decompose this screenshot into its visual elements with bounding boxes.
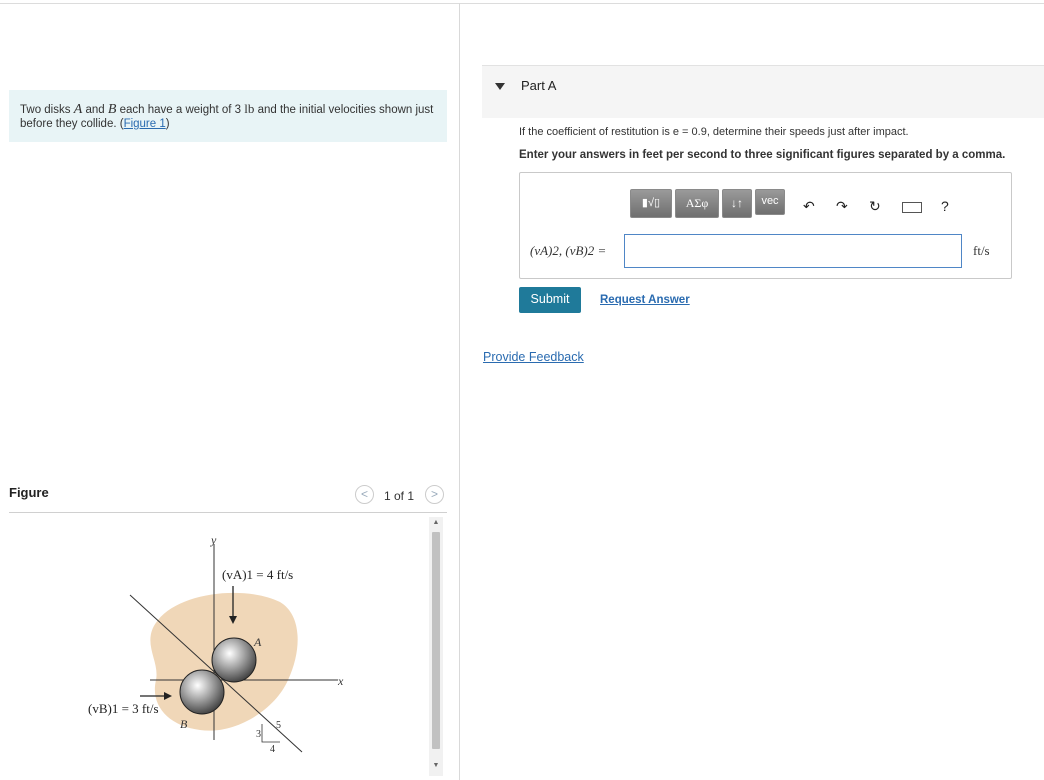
redo-icon[interactable]: ↷	[836, 198, 848, 215]
figure-pager: 1 of 1	[384, 489, 415, 503]
keyboard-icon[interactable]	[902, 202, 922, 213]
next-figure-button[interactable]: >	[425, 485, 444, 504]
part-a-header[interactable]	[482, 65, 1044, 118]
var-a: A	[73, 102, 83, 117]
panel-divider	[459, 3, 460, 780]
submit-button[interactable]: Submit	[519, 287, 581, 313]
templates-button[interactable]: ▮√▯	[630, 189, 672, 218]
figure-link[interactable]: Figure 1	[124, 118, 166, 130]
instruction-text: Enter your answers in feet per second to…	[519, 149, 1006, 161]
scrollbar-thumb[interactable]	[432, 532, 440, 749]
provide-feedback-link[interactable]: Provide Feedback	[483, 350, 584, 364]
vector-button[interactable]: vec	[755, 189, 785, 215]
question-text: If the coefficient of restitution is e =…	[519, 126, 909, 138]
request-answer-link[interactable]: Request Answer	[600, 294, 690, 306]
disk-a	[211, 637, 257, 683]
disk-a-label: A	[253, 635, 262, 649]
problem-text: )	[165, 118, 170, 130]
disk-b	[179, 669, 225, 715]
part-a-title[interactable]: Part A	[521, 78, 556, 93]
prev-figure-button[interactable]: <	[355, 485, 374, 504]
reset-icon[interactable]: ↻	[869, 198, 881, 215]
answer-unit: ft/s	[973, 243, 990, 258]
scroll-up-arrow-icon[interactable]: ▲	[431, 519, 441, 527]
scroll-down-arrow-icon[interactable]: ▼	[431, 762, 441, 770]
problem-statement: Two disks A and B each have a weight of …	[9, 90, 447, 142]
slope-4-label: 4	[270, 744, 275, 755]
x-axis-label: x	[337, 674, 344, 688]
figure-title: Figure	[9, 485, 49, 500]
va1-label: (vA)1 = 4 ft/s	[222, 567, 293, 582]
problem-text: each have a weight of 3	[116, 104, 245, 116]
undo-icon[interactable]: ↶	[803, 198, 815, 215]
greek-symbols-button[interactable]: ΑΣφ	[675, 189, 719, 218]
help-button[interactable]: ?	[941, 198, 949, 214]
arrows-button[interactable]: ↓↑	[722, 189, 752, 218]
y-axis-label: y	[210, 533, 217, 547]
unit-lb: lb	[244, 101, 255, 116]
disk-b-label: B	[180, 717, 188, 731]
collapse-caret-icon[interactable]	[495, 83, 505, 90]
slope-5-label: 5	[276, 720, 281, 731]
problem-text: Two disks	[20, 104, 74, 116]
answer-input[interactable]	[624, 234, 962, 268]
figure-divider	[9, 512, 447, 513]
vb1-label: (vB)1 = 3 ft/s	[88, 701, 159, 716]
collision-figure: y x (vA)1 = 4 ft/s A B (vB)1 = 3 ft/s 3 …	[88, 533, 344, 755]
answer-label: (vA)2, (vB)2 =	[530, 243, 607, 258]
problem-text: and	[82, 104, 108, 116]
slope-3-label: 3	[256, 729, 261, 740]
top-border	[0, 3, 1044, 4]
